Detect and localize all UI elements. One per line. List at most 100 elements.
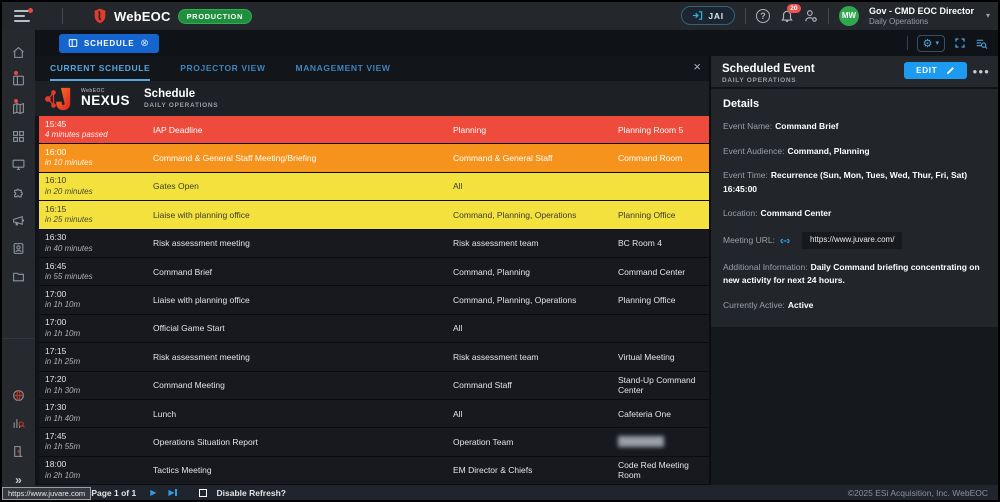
sidebar-bottom-group: » [2, 338, 35, 497]
copyright-text: ©2025 ESi Acquisition, Inc. WebEOC [848, 488, 988, 498]
search-list-icon[interactable] [975, 37, 988, 50]
row-event: IAP Deadline [153, 116, 453, 143]
schedule-row[interactable]: 17:20in 1h 30mCommand MeetingCommand Sta… [39, 372, 709, 400]
row-relative-time: in 1h 10m [45, 329, 153, 340]
schedule-row[interactable]: 17:30in 1h 40mLunchAllCafeteria One [39, 400, 709, 428]
row-audience: Command & General Staff [453, 144, 618, 171]
detail-value: Recurrence (Sun, Mon, Tues, Wed, Thur, F… [723, 170, 967, 193]
row-location [618, 428, 709, 455]
row-location [618, 315, 709, 342]
schedule-board-chip[interactable]: SCHEDULE ⊗ [59, 34, 159, 53]
panel-subtitle: DAILY OPERATIONS [722, 77, 815, 85]
schedule-row[interactable]: 16:10in 20 minutesGates OpenAll [39, 173, 709, 201]
user-menu-caret-icon[interactable]: ▾ [986, 11, 990, 20]
row-event: Command Meeting [153, 372, 453, 399]
schedule-row[interactable]: 15:454 minutes passedIAP DeadlinePlannin… [39, 116, 709, 144]
row-audience: All [453, 173, 618, 200]
chevron-down-icon: ▾ [935, 39, 939, 47]
disable-refresh-checkbox[interactable] [199, 489, 207, 497]
schedule-table: 15:454 minutes passedIAP DeadlinePlannin… [35, 116, 709, 485]
avatar[interactable]: MW [839, 6, 859, 26]
tab-projector-view[interactable]: PROJECTOR VIEW [180, 56, 265, 81]
user-menu[interactable]: Gov - CMD EOC Director Daily Operations [869, 6, 974, 26]
row-location [618, 173, 709, 200]
row-relative-time: in 20 minutes [45, 187, 153, 198]
meeting-url-link[interactable]: https://www.juvare.com/ [810, 234, 894, 246]
detail-field: Currently Active:Active [723, 299, 986, 312]
schedule-row[interactable]: 17:15in 1h 25mRisk assessment meetingRis… [39, 343, 709, 371]
schedule-row[interactable]: 16:15in 25 minutesLiaise with planning o… [39, 201, 709, 229]
more-options-icon[interactable]: ●●● [973, 67, 991, 76]
jai-button[interactable]: JAI [681, 6, 735, 25]
global-icon[interactable] [2, 385, 35, 406]
notifications-bell-icon[interactable]: 20 [780, 9, 794, 23]
close-board-chip-icon[interactable]: ⊗ [140, 38, 149, 49]
schedule-row[interactable]: 17:00in 1h 10mLiaise with planning offic… [39, 286, 709, 314]
schedule-row[interactable]: 17:00in 1h 10mOfficial Game StartAll [39, 315, 709, 343]
schedule-row[interactable]: 16:45in 55 minutesCommand BriefCommand, … [39, 258, 709, 286]
juvare-shield-icon [93, 8, 107, 24]
row-audience: All [453, 400, 618, 427]
user-position: Gov - CMD EOC Director [869, 6, 974, 17]
schedule-row[interactable]: 17:45in 1h 55mOperations Situation Repor… [39, 428, 709, 456]
board-settings-dropdown[interactable]: ⚙▾ [917, 35, 945, 52]
logo-nexus-label: NEXUS [81, 94, 130, 108]
meeting-url-box: https://www.juvare.com/ [802, 232, 902, 249]
link-icon [779, 234, 791, 247]
contacts-icon[interactable] [12, 238, 25, 259]
schedule-row[interactable]: 16:00in 10 minutesCommand & General Staf… [39, 144, 709, 172]
fullscreen-icon[interactable] [954, 37, 966, 49]
search-analytics-icon[interactable] [2, 413, 35, 434]
divider [62, 8, 63, 24]
next-page-button[interactable]: ▶ [150, 488, 156, 497]
row-audience: Command Staff [453, 372, 618, 399]
app-title: WebEOC [114, 9, 171, 24]
detail-field: Meeting URL:https://www.juvare.com/ [723, 232, 986, 249]
detail-value: Command Center [761, 208, 832, 218]
sign-out-icon[interactable] [2, 441, 35, 462]
alert-dot [14, 99, 18, 103]
row-location: Planning Office [618, 201, 709, 228]
map-icon[interactable] [12, 98, 25, 119]
row-relative-time: in 2h 10m [45, 471, 153, 482]
display-icon[interactable] [12, 154, 25, 175]
row-time: 16:15 [45, 204, 153, 215]
row-event: Tactics Meeting [153, 457, 453, 484]
tab-current-schedule[interactable]: CURRENT SCHEDULE [50, 56, 150, 81]
board-toolbar: SCHEDULE ⊗ ⚙▾ [35, 30, 998, 56]
schedule-row[interactable]: 18:00in 2h 10mTactics MeetingEM Director… [39, 457, 709, 485]
row-event: Risk assessment meeting [153, 230, 453, 257]
close-view-icon[interactable]: × [693, 60, 701, 73]
divider [745, 8, 746, 24]
panel-empty-area [711, 327, 998, 485]
broadcast-icon[interactable] [12, 210, 25, 231]
schedule-row[interactable]: 16:30in 40 minutesRisk assessment meetin… [39, 230, 709, 258]
row-audience: Risk assessment team [453, 230, 618, 257]
tab-management-view[interactable]: MANAGEMENT VIEW [296, 56, 391, 81]
boards-icon[interactable] [12, 70, 25, 91]
sidebar-top-group [12, 42, 25, 294]
divider [828, 8, 829, 24]
environment-badge: PRODUCTION [178, 9, 252, 24]
help-icon[interactable]: ? [756, 9, 770, 23]
row-time: 17:15 [45, 346, 153, 357]
detail-field: Location:Command Center [723, 207, 986, 220]
row-audience: EM Director & Chiefs [453, 457, 618, 484]
home-icon[interactable] [12, 42, 25, 63]
detail-field: Event Time:Recurrence (Sun, Mon, Tues, W… [723, 169, 986, 195]
row-time: 17:00 [45, 317, 153, 328]
row-audience: All [453, 315, 618, 342]
details-section: Details Event Name:Command BriefEvent Au… [711, 87, 998, 327]
main-menu-icon[interactable] [14, 10, 30, 22]
plugins-icon[interactable] [12, 182, 25, 203]
nexus-logo: WebEOC NEXUS [43, 86, 130, 112]
tab-bar: CURRENT SCHEDULE PROJECTOR VIEW MANAGEMENT… [35, 56, 709, 81]
edit-button[interactable]: EDIT [904, 62, 966, 79]
row-time: 17:30 [45, 402, 153, 413]
apps-grid-icon[interactable] [12, 126, 25, 147]
schedule-board: CURRENT SCHEDULE PROJECTOR VIEW MANAGEMENT… [35, 56, 709, 485]
user-admin-icon[interactable] [804, 9, 818, 23]
row-relative-time: in 10 minutes [45, 158, 153, 169]
files-icon[interactable] [12, 266, 25, 287]
last-page-button[interactable]: ▶ [168, 488, 176, 497]
